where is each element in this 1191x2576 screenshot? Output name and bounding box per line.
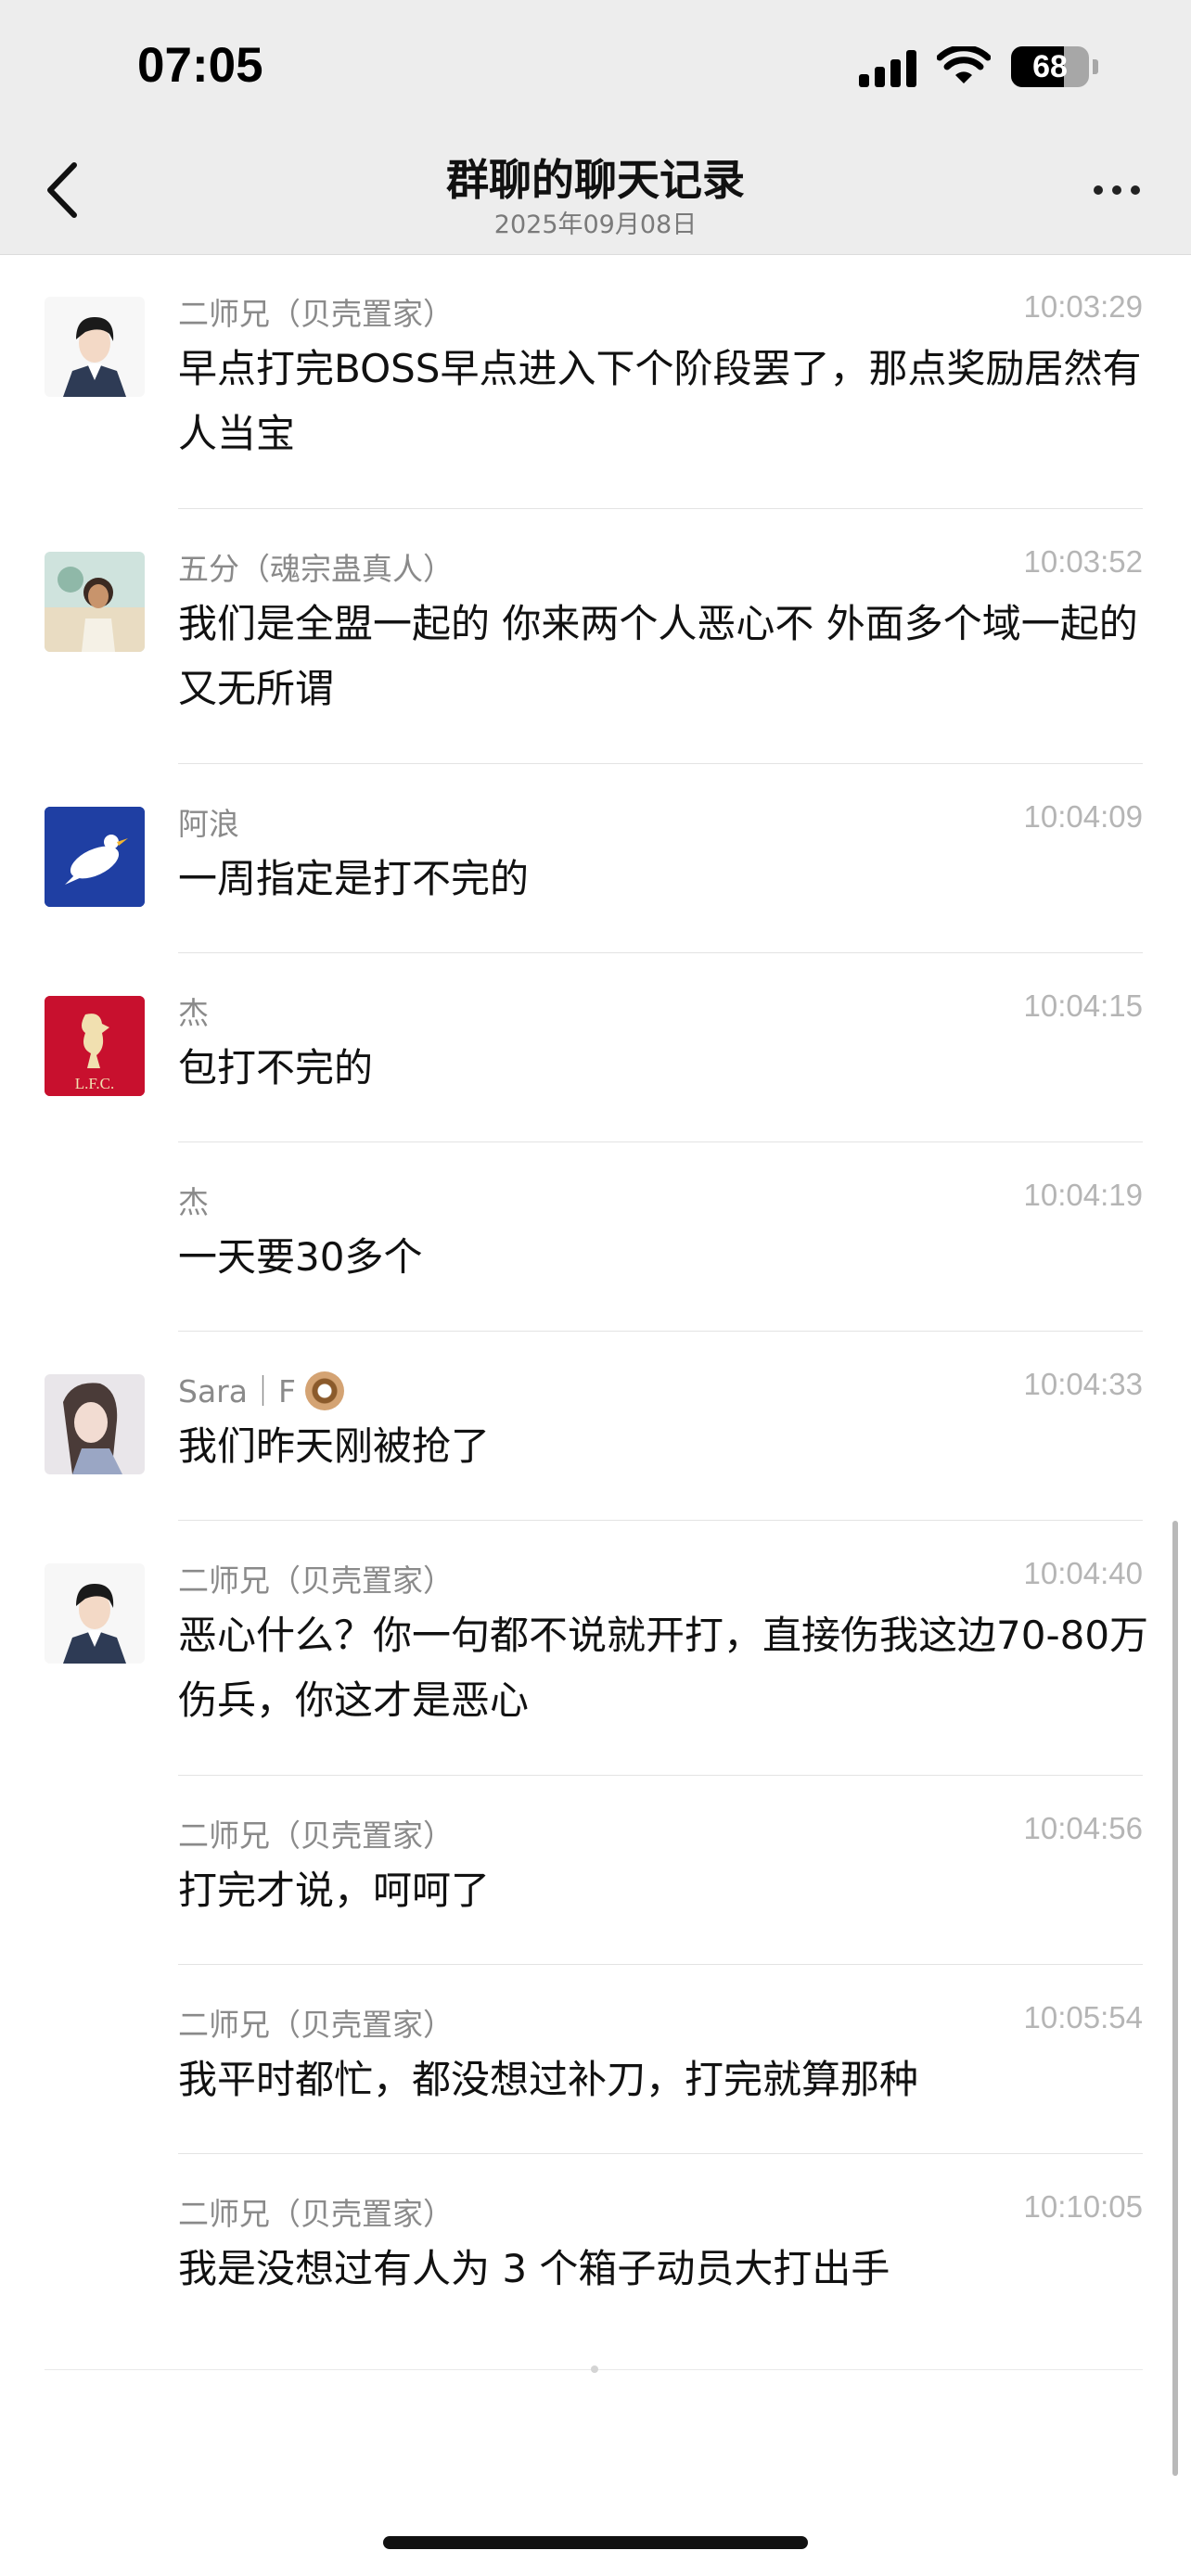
status-icons: 68 <box>859 46 1098 87</box>
message-text: 我平时都忙，都没想过补刀，打完就算那种 <box>178 2057 919 2102</box>
header-bar: 07:05 68 群聊的聊天记录 2025年09月08日 <box>0 0 1191 255</box>
avatar[interactable] <box>45 297 145 397</box>
message-text: 恶心什么？你一句都不说就开打，直接伤我这边70-80万伤兵，你这才是恶心 <box>178 1613 1149 1723</box>
message-text: 我们昨天刚被抢了 <box>178 1423 491 1469</box>
avatar[interactable] <box>45 1563 145 1664</box>
list-end-dot <box>591 2366 598 2373</box>
avatar[interactable] <box>45 1374 145 1474</box>
divider <box>178 1331 1143 1332</box>
wifi-icon <box>937 46 991 83</box>
page-subtitle: 2025年09月08日 <box>493 210 698 239</box>
divider <box>178 2153 1143 2154</box>
message-time: 10:04:56 <box>1023 1811 1143 1845</box>
home-indicator[interactable] <box>383 2536 808 2549</box>
divider <box>178 1775 1143 1776</box>
divider <box>178 508 1143 509</box>
sender-name: 二师兄（贝壳置家） <box>178 2007 454 2043</box>
message-text: 我们是全盟一起的 你来两个人恶心不 外面多个域一起的又无所谓 <box>178 601 1138 711</box>
message-text: 我是没想过有人为 3 个箱子动员大打出手 <box>178 2246 890 2291</box>
battery-level: 68 <box>1032 48 1068 84</box>
message-time: 10:04:09 <box>1023 799 1143 834</box>
sender-name: 二师兄（贝壳置家） <box>178 1562 454 1599</box>
message-time: 10:04:19 <box>1023 1178 1143 1212</box>
divider <box>178 1520 1143 1521</box>
message-time: 10:04:40 <box>1023 1556 1143 1590</box>
message-text: 一天要30多个 <box>178 1234 423 1280</box>
avatar[interactable] <box>45 807 145 907</box>
status-time: 07:05 <box>137 38 263 93</box>
divider <box>178 763 1143 764</box>
sender-name: 杰 <box>178 995 209 1031</box>
avatar[interactable]: L.F.C. <box>45 996 145 1096</box>
more-options-button[interactable] <box>1094 185 1140 195</box>
divider <box>178 952 1143 953</box>
message-text: 包打不完的 <box>178 1045 374 1090</box>
message-time: 10:03:52 <box>1023 544 1143 579</box>
sender-name: 二师兄（贝壳置家） <box>178 2196 454 2232</box>
message-text: 打完才说，呵呵了 <box>178 1868 491 1913</box>
scrollbar[interactable] <box>1172 1521 1178 2476</box>
divider <box>178 1964 1143 1965</box>
message-time: 10:04:15 <box>1023 988 1143 1023</box>
sender-name: 二师兄（贝壳置家） <box>178 1817 454 1854</box>
chat-history-screen: 07:05 68 群聊的聊天记录 2025年09月08日 二师兄（贝壳置家） 1… <box>0 0 1191 2576</box>
sender-name: 二师兄（贝壳置家） <box>178 296 454 332</box>
sender-name: 阿浪 <box>178 806 239 842</box>
sender-name: Sara｜F <box>178 1367 344 1411</box>
message-time: 10:03:29 <box>1023 289 1143 324</box>
message-time: 10:05:54 <box>1023 2000 1143 2034</box>
message-text: 一周指定是打不完的 <box>178 856 530 901</box>
sender-name: 五分（魂宗蛊真人） <box>178 551 454 587</box>
page-title: 群聊的聊天记录 <box>446 155 745 205</box>
message-time: 10:04:33 <box>1023 1367 1143 1401</box>
sender-name: 杰 <box>178 1184 209 1220</box>
battery-icon: 68 <box>1011 46 1089 87</box>
donut-emoji-icon <box>304 1371 344 1410</box>
message-text: 早点打完BOSS早点进入下个阶段罢了，那点奖励居然有人当宝 <box>178 346 1142 456</box>
svg-text:L.F.C.: L.F.C. <box>75 1075 115 1092</box>
cellular-signal-icon <box>859 46 916 87</box>
avatar[interactable] <box>45 552 145 652</box>
message-time: 10:10:05 <box>1023 2189 1143 2224</box>
divider <box>178 1141 1143 1142</box>
